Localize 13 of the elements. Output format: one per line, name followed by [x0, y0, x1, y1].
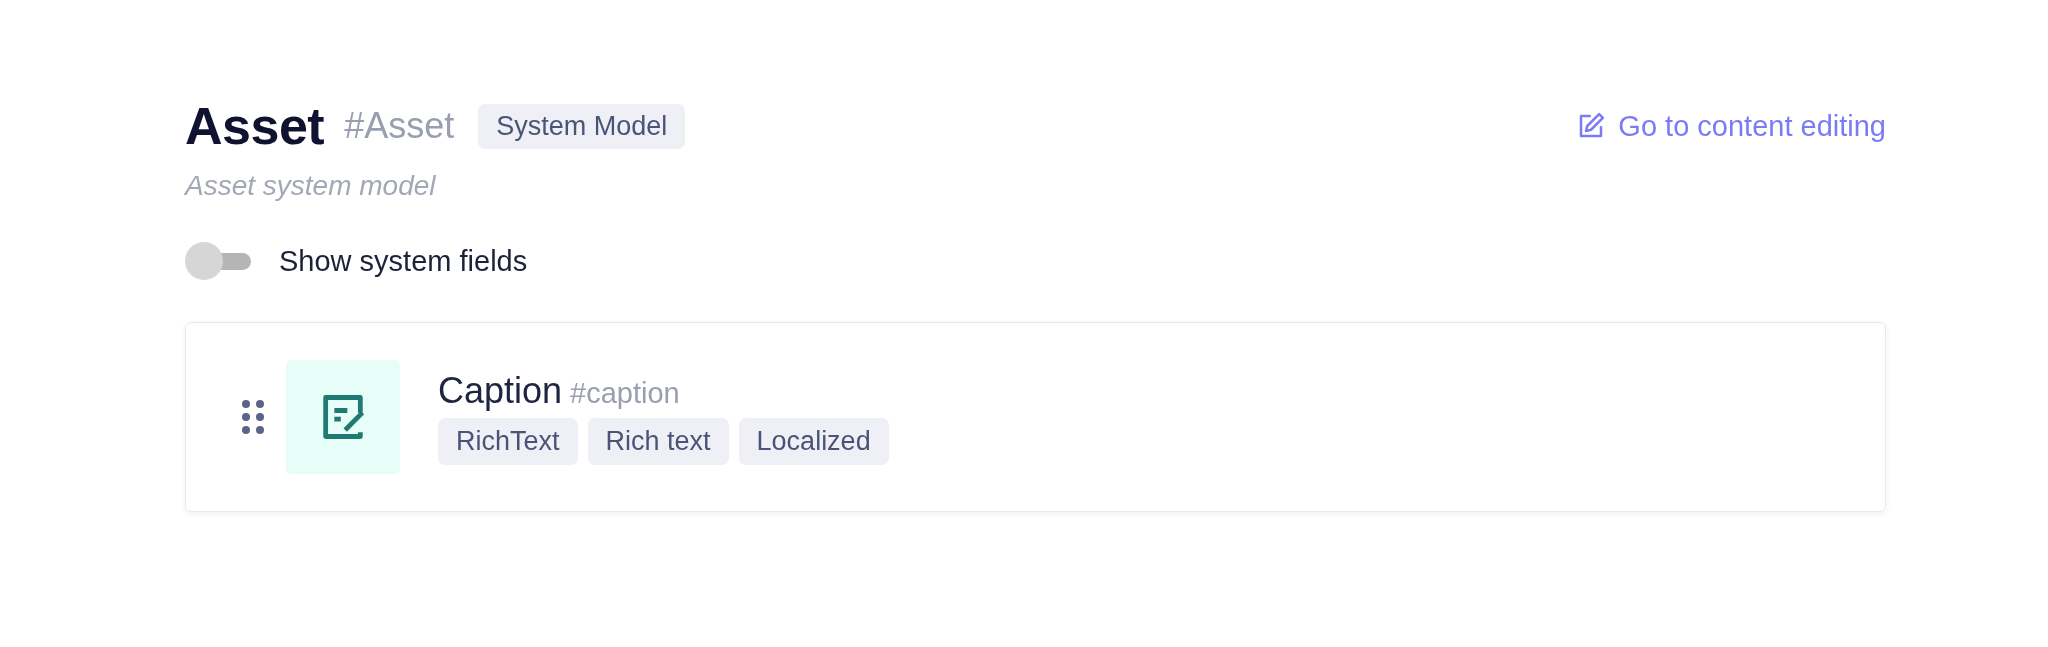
toggle-label: Show system fields: [279, 244, 528, 278]
content-editing-link[interactable]: Go to content editing: [1576, 109, 1886, 143]
field-tag: Localized: [738, 417, 889, 465]
field-api-id: #caption: [570, 376, 680, 409]
model-title: Asset: [185, 96, 325, 156]
field-tag: RichText: [438, 417, 578, 465]
field-name: Caption: [438, 369, 563, 411]
model-description: Asset system model: [185, 170, 437, 202]
model-api-id: #Asset: [344, 105, 455, 147]
drag-handle-icon[interactable]: [242, 400, 264, 434]
field-tag: Rich text: [587, 417, 729, 465]
toggle-switch[interactable]: [185, 242, 251, 280]
model-badge: System Model: [478, 103, 686, 149]
